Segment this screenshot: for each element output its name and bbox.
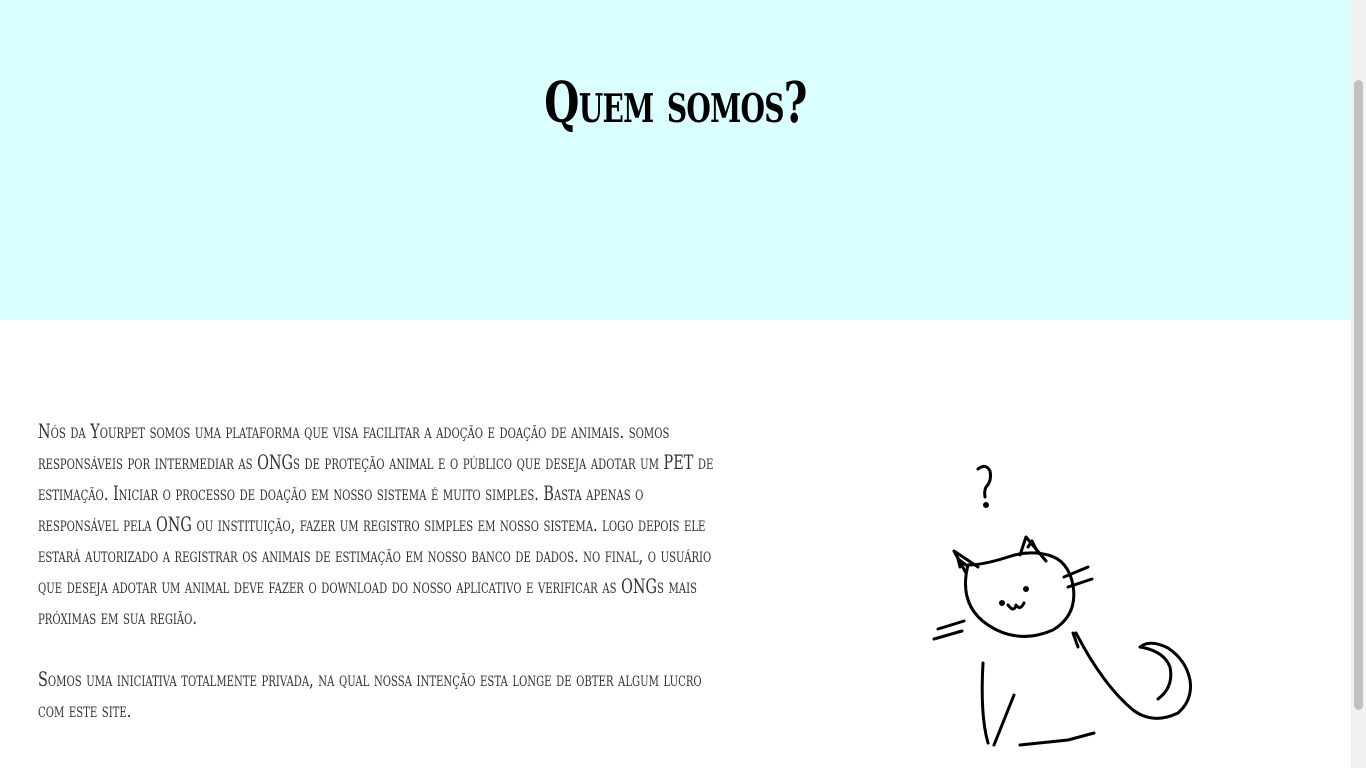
about-paragraph-1: Nós da Yourpet somos uma plataforma que … xyxy=(38,419,714,629)
scrollbar-thumb[interactable] xyxy=(1354,80,1363,710)
about-text: Nós da Yourpet somos uma plataforma que … xyxy=(38,416,722,757)
question-mark-icon xyxy=(976,464,992,499)
cat-illustration xyxy=(932,464,1192,747)
page-title: Quem somos? xyxy=(544,70,807,136)
hero-section: Quem somos? xyxy=(0,0,1351,320)
about-paragraph-2: Somos uma iniciativa totalmente privada,… xyxy=(38,667,702,722)
page-scrollbar[interactable] xyxy=(1351,0,1366,768)
